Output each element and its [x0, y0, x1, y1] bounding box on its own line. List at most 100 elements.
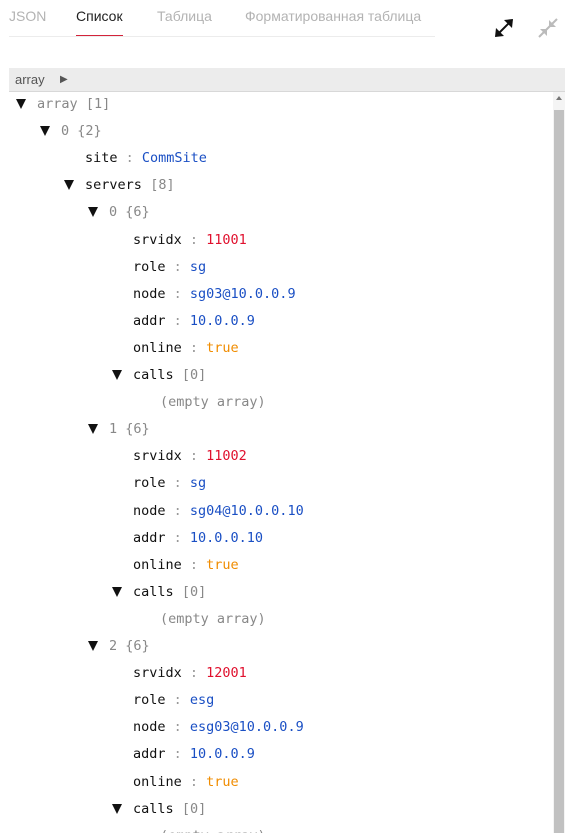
expand-toggle-icon[interactable]: [88, 641, 98, 651]
field-value[interactable]: 10.0.0.10: [190, 530, 263, 546]
key-value-separator: :: [181, 665, 207, 682]
field-value[interactable]: 10.0.0.9: [190, 746, 255, 762]
key-value-separator: :: [165, 475, 190, 492]
expand-toggle-icon[interactable]: [40, 126, 50, 137]
key-value-separator: :: [117, 150, 142, 167]
field-value[interactable]: 11001: [206, 232, 247, 248]
tree-field-row: role : sg: [133, 257, 206, 277]
key-value-separator: :: [165, 746, 190, 763]
collapse-arrows-icon[interactable]: [536, 16, 560, 40]
field-value[interactable]: true: [206, 774, 239, 790]
node-count: {6}: [125, 204, 150, 221]
field-key: online: [133, 556, 182, 573]
key-value-separator: :: [181, 339, 207, 356]
expand-toggle-icon[interactable]: [16, 99, 26, 109]
node-label: array: [37, 96, 78, 112]
tree-field-row: online : true: [133, 772, 239, 792]
node-label: 1: [109, 421, 118, 438]
node-label: calls: [133, 800, 174, 817]
breadcrumb-root[interactable]: array: [15, 72, 45, 87]
tree-field-row: role : esg: [133, 690, 214, 710]
scroll-up-arrow-icon[interactable]: [556, 96, 562, 100]
key-value-separator: :: [181, 556, 207, 573]
node-count: [0]: [181, 367, 207, 383]
breadcrumb: array ▶: [9, 68, 565, 92]
node-count: {2}: [77, 123, 102, 140]
field-key: node: [133, 285, 166, 302]
field-key: online: [133, 773, 182, 790]
key-value-separator: :: [165, 312, 190, 329]
empty-array-note: (empty array): [160, 610, 266, 627]
field-value[interactable]: sg: [190, 475, 206, 491]
tree-field-row: srvidx : 11001: [133, 230, 247, 250]
field-value[interactable]: true: [206, 557, 239, 573]
key-value-separator: :: [165, 285, 190, 302]
node-count: {6}: [125, 421, 150, 438]
tab-json[interactable]: JSON: [9, 8, 46, 25]
node-count: [0]: [181, 800, 207, 817]
field-value[interactable]: CommSite: [142, 150, 207, 166]
expand-toggle-icon[interactable]: [112, 586, 122, 597]
field-key: addr: [133, 746, 166, 763]
key-value-separator: :: [181, 773, 207, 790]
json-tree: array [1] 0 {2} site : CommSite servers [8] 0 {6…: [0, 92, 553, 833]
scrollbar-thumb[interactable]: [554, 110, 564, 833]
field-key: role: [133, 258, 166, 275]
expand-toggle-icon[interactable]: [88, 424, 98, 435]
field-key: site: [85, 150, 118, 167]
field-key: addr: [133, 312, 166, 329]
field-key: role: [133, 475, 166, 492]
field-value[interactable]: true: [206, 340, 239, 356]
field-value[interactable]: sg04@10.0.0.10: [190, 503, 304, 519]
view-tabs: JSON Список Таблица Форматированная табл…: [9, 0, 435, 37]
key-value-separator: :: [181, 231, 207, 248]
tab-list[interactable]: Список: [76, 8, 123, 36]
key-value-separator: :: [165, 502, 190, 519]
key-value-separator: :: [181, 448, 207, 465]
node-count: {6}: [125, 638, 150, 654]
key-value-separator: :: [165, 719, 190, 736]
tree-field-row: node : sg03@10.0.0.9: [133, 284, 296, 304]
field-value[interactable]: sg03@10.0.0.9: [190, 286, 296, 302]
tab-formatted-table[interactable]: Форматированная таблица: [245, 8, 421, 25]
field-value[interactable]: sg: [190, 259, 206, 275]
node-label: calls: [133, 367, 174, 383]
node-count: [1]: [85, 96, 111, 112]
field-value[interactable]: 10.0.0.9: [190, 313, 255, 329]
node-label: 2: [109, 638, 118, 654]
empty-array-note: (empty array): [160, 394, 266, 411]
field-key: srvidx: [133, 231, 182, 248]
tree-field-row: site : CommSite: [85, 148, 207, 168]
tree-field-row: addr : 10.0.0.9: [133, 744, 255, 764]
field-value[interactable]: esg: [190, 692, 214, 708]
tree-field-row: addr : 10.0.0.10: [133, 528, 263, 548]
expand-toggle-icon[interactable]: [112, 370, 122, 380]
node-label: 0: [109, 204, 118, 221]
field-value[interactable]: esg03@10.0.0.9: [190, 719, 304, 735]
node-count: [8]: [150, 177, 175, 194]
key-value-separator: :: [165, 692, 190, 709]
tree-field-row: srvidx : 12001: [133, 663, 247, 683]
field-key: srvidx: [133, 665, 182, 682]
expand-toggle-icon[interactable]: [64, 180, 74, 191]
field-value[interactable]: 12001: [206, 665, 247, 681]
tree-field-row: online : true: [133, 338, 239, 358]
expand-toggle-icon[interactable]: [112, 803, 122, 814]
field-key: role: [133, 692, 166, 709]
vertical-scrollbar[interactable]: [553, 92, 565, 833]
tree-field-row: online : true: [133, 555, 239, 575]
node-count: [0]: [181, 583, 207, 600]
tree-field-row: role : sg: [133, 473, 206, 493]
field-value[interactable]: 11002: [206, 448, 247, 464]
tree-field-row: node : esg03@10.0.0.9: [133, 717, 304, 737]
field-key: online: [133, 339, 182, 356]
node-label: calls: [133, 583, 174, 600]
tab-table[interactable]: Таблица: [157, 8, 212, 25]
field-key: node: [133, 719, 166, 736]
tree-field-row: node : sg04@10.0.0.10: [133, 501, 304, 521]
expand-toggle-icon[interactable]: [88, 207, 98, 218]
key-value-separator: :: [165, 258, 190, 275]
node-label: servers: [85, 177, 142, 194]
expand-arrows-icon[interactable]: [492, 16, 516, 40]
field-key: addr: [133, 529, 166, 546]
